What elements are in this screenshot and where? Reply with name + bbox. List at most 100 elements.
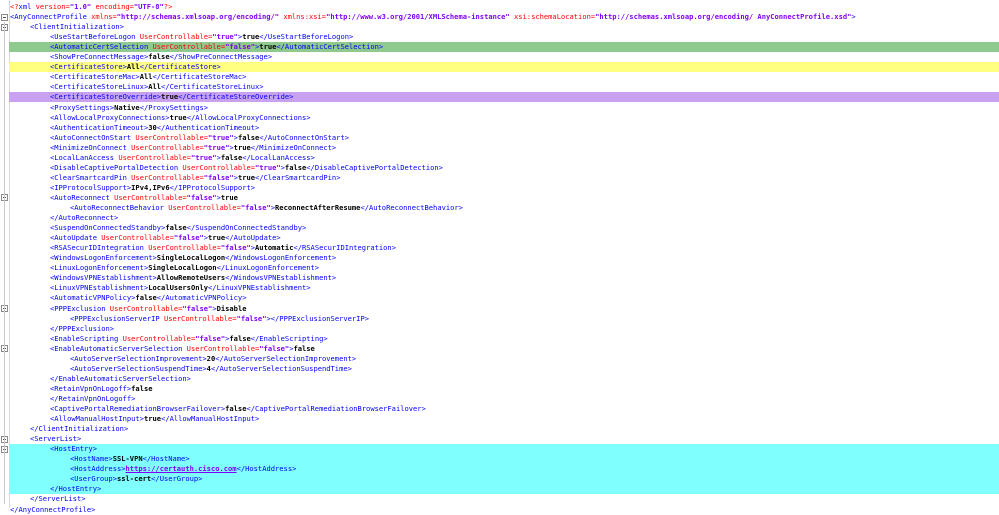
code-token: 20	[206, 353, 216, 363]
code-line[interactable]: <LocalLanAccess UserControllable="true">…	[9, 153, 315, 163]
code-token: UserControllable=	[148, 243, 221, 253]
fold-toggle-icon[interactable]	[1, 13, 8, 21]
code-line[interactable]: <LinuxVPNEstablishment>LocalUsersOnly</L…	[9, 283, 311, 293]
code-line[interactable]: <CertificateStoreOverride>true</Certific…	[9, 92, 999, 103]
code-token: <PPPExclusion	[50, 303, 110, 313]
code-token: false	[237, 132, 260, 142]
code-line[interactable]: </AnyConnectProfile>	[9, 505, 95, 515]
code-token: </LocalLanAccess>	[242, 152, 315, 162]
code-line[interactable]: <ServerList>	[9, 434, 81, 444]
code-token: <ClientInitialization>	[30, 22, 124, 32]
code-token: "false"	[173, 233, 204, 243]
code-line[interactable]: <AutoReconnect UserControllable="false">…	[9, 193, 238, 203]
code-line[interactable]: <EnableAutomaticServerSelection UserCont…	[9, 344, 315, 354]
code-token: </WindowsLogonEnforcement>	[225, 253, 337, 263]
code-token: UserControllable=	[114, 192, 187, 202]
code-line[interactable]: </EnableAutomaticServerSelection>	[9, 374, 191, 384]
code-line[interactable]: <DisableCaptivePortalDetection UserContr…	[9, 163, 443, 173]
code-line[interactable]: <AutomaticCertSelection UserControllable…	[9, 42, 999, 53]
code-line[interactable]: <AuthenticationTimeout>30</Authenticatio…	[9, 123, 259, 133]
code-line[interactable]: </PPPExclusion>	[9, 324, 114, 334]
code-line[interactable]: <CertificateStoreMac>All</CertificateSto…	[9, 72, 246, 82]
code-token: "false"	[182, 303, 213, 313]
code-token: <HostName>	[70, 454, 113, 464]
code-token: </AuthenticationTimeout>	[156, 122, 260, 132]
code-token: false	[148, 52, 170, 62]
code-line[interactable]: <LinuxLogonEnforcement>SingleLocalLogon<…	[9, 263, 319, 273]
code-token: UserControllable=	[118, 152, 191, 162]
code-line[interactable]: </ServerList>	[9, 494, 86, 504]
code-line[interactable]: <PPPExclusion UserControllable="false">D…	[9, 304, 247, 314]
code-line[interactable]: <RetainVpnOnLogoff>false	[9, 384, 153, 394]
code-line[interactable]: <HostEntry>	[9, 444, 999, 455]
code-line[interactable]: <SuspendOnConnectedStandby>false</Suspen…	[9, 223, 306, 233]
host-address-link[interactable]: https://certauth.cisco.com	[126, 464, 237, 473]
code-line[interactable]: <ShowPreConnectMessage>false</ShowPreCon…	[9, 52, 272, 62]
code-token: </SuspendOnConnectedStandby>	[186, 223, 307, 233]
code-token: false	[131, 383, 153, 393]
code-line[interactable]: <AutomaticVPNPolicy>false</AutomaticVPNP…	[9, 293, 246, 303]
code-token: </AutoServerSelectionImprovement>	[215, 353, 357, 363]
code-line[interactable]: </AutoReconnect>	[9, 213, 118, 223]
code-line[interactable]: <CertificateStore>All</CertificateStore>	[9, 62, 999, 73]
code-line[interactable]: <CertificateStoreLinux>All</CertificateS…	[9, 82, 264, 92]
code-line[interactable]: <AutoUpdate UserControllable="false">tru…	[9, 233, 281, 243]
code-line[interactable]: </RetainVpnOnLogoff>	[9, 394, 135, 404]
code-line[interactable]: <AutoReconnectBehavior UserControllable=…	[9, 203, 463, 213]
code-line[interactable]: <AutoServerSelectionSuspendTime>4</AutoS…	[9, 364, 352, 374]
code-token: "true"	[212, 32, 238, 42]
code-line[interactable]: <WindowsVPNEstablishment>AllowRemoteUser…	[9, 273, 336, 283]
fold-guide-line	[4, 22, 5, 505]
code-token: true	[259, 42, 277, 52]
code-token: <AutoConnectOnStart	[50, 132, 136, 142]
code-line[interactable]: <IPProtocolSupport>IPv4,IPv6</IPProtocol…	[9, 183, 255, 193]
code-token: xml	[18, 2, 36, 11]
code-line[interactable]: <AutoServerSelectionImprovement>20</Auto…	[9, 354, 356, 364]
code-line[interactable]: <UserGroup>ssl-cert</UserGroup>	[9, 474, 999, 485]
code-token: UserControllable=	[182, 162, 256, 172]
code-line[interactable]: <ClearSmartcardPin UserControllable="fal…	[9, 173, 340, 183]
code-line[interactable]: <MinimizeOnConnect UserControllable="tru…	[9, 143, 336, 153]
code-line[interactable]: </ClientInitialization>	[9, 424, 128, 434]
code-line[interactable]: <AnyConnectProfile xmlns="http://schemas…	[9, 12, 856, 22]
code-line[interactable]: <?xml version="1.0" encoding="UTF-8"?>	[9, 2, 172, 12]
code-line[interactable]: <AutoConnectOnStart UserControllable="tr…	[9, 133, 349, 143]
code-token: <AllowLocalProxyConnections>	[50, 112, 170, 122]
code-token: </UseStartBeforeLogon>	[259, 32, 354, 42]
code-token: "false"	[203, 172, 234, 182]
code-token: All	[139, 72, 153, 82]
code-token: ></PPPExclusionServerIP>	[266, 313, 369, 323]
code-token: IPv4,IPv6	[131, 182, 170, 192]
code-line[interactable]: </HostEntry>	[9, 484, 999, 495]
code-line[interactable]: <WindowsLogonEnforcement>SingleLocalLogo…	[9, 253, 336, 263]
code-token: <EnableAutomaticServerSelection	[50, 343, 187, 353]
code-line[interactable]: <ClientInitialization>	[9, 22, 124, 32]
code-token: UserControllable=	[131, 172, 204, 182]
code-line[interactable]: <UseStartBeforeLogon UserControllable="t…	[9, 32, 353, 42]
code-token: ?>	[163, 2, 173, 11]
code-token: <CertificateStoreOverride>	[50, 92, 162, 102]
code-token: 30	[148, 122, 157, 132]
code-token: xmlns=	[91, 12, 117, 22]
code-token: <ProxySettings>	[50, 102, 115, 112]
code-token: true	[233, 142, 251, 152]
code-token: <CaptivePortalRemediationBrowserFailover…	[50, 404, 226, 413]
code-token: <CertificateStore>	[50, 62, 127, 72]
code-line[interactable]: <RSASecurIDIntegration UserControllable=…	[9, 243, 396, 253]
code-token: false	[229, 333, 251, 343]
code-line[interactable]: <PPPExclusionServerIP UserControllable="…	[9, 314, 369, 324]
code-token: <AutoUpdate	[50, 233, 102, 243]
code-token: SingleLocalLogon	[148, 263, 217, 273]
code-line[interactable]: <CaptivePortalRemediationBrowserFailover…	[9, 404, 426, 414]
code-line[interactable]: <AllowLocalProxyConnections>true</AllowL…	[9, 113, 311, 123]
xml-editor[interactable]: <?xml version="1.0" encoding="UTF-8"?> <A…	[0, 0, 999, 514]
code-line[interactable]: <ProxySettings>Native</ProxySettings>	[9, 103, 208, 113]
code-line[interactable]: <HostName>SSL-VPN</HostName>	[9, 454, 999, 465]
code-token: <AllowManualHostInput>	[50, 414, 144, 424]
code-line[interactable]: <HostAddress>https://certauth.cisco.com<…	[9, 464, 999, 475]
code-line[interactable]: <EnableScripting UserControllable="false…	[9, 334, 328, 344]
code-line[interactable]: <AllowManualHostInput>true</AllowManualH…	[9, 414, 259, 424]
code-token: <DisableCaptivePortalDetection	[50, 162, 183, 172]
code-token: <WindowsLogonEnforcement>	[50, 253, 157, 263]
code-token: <MinimizeOnConnect	[50, 142, 132, 152]
